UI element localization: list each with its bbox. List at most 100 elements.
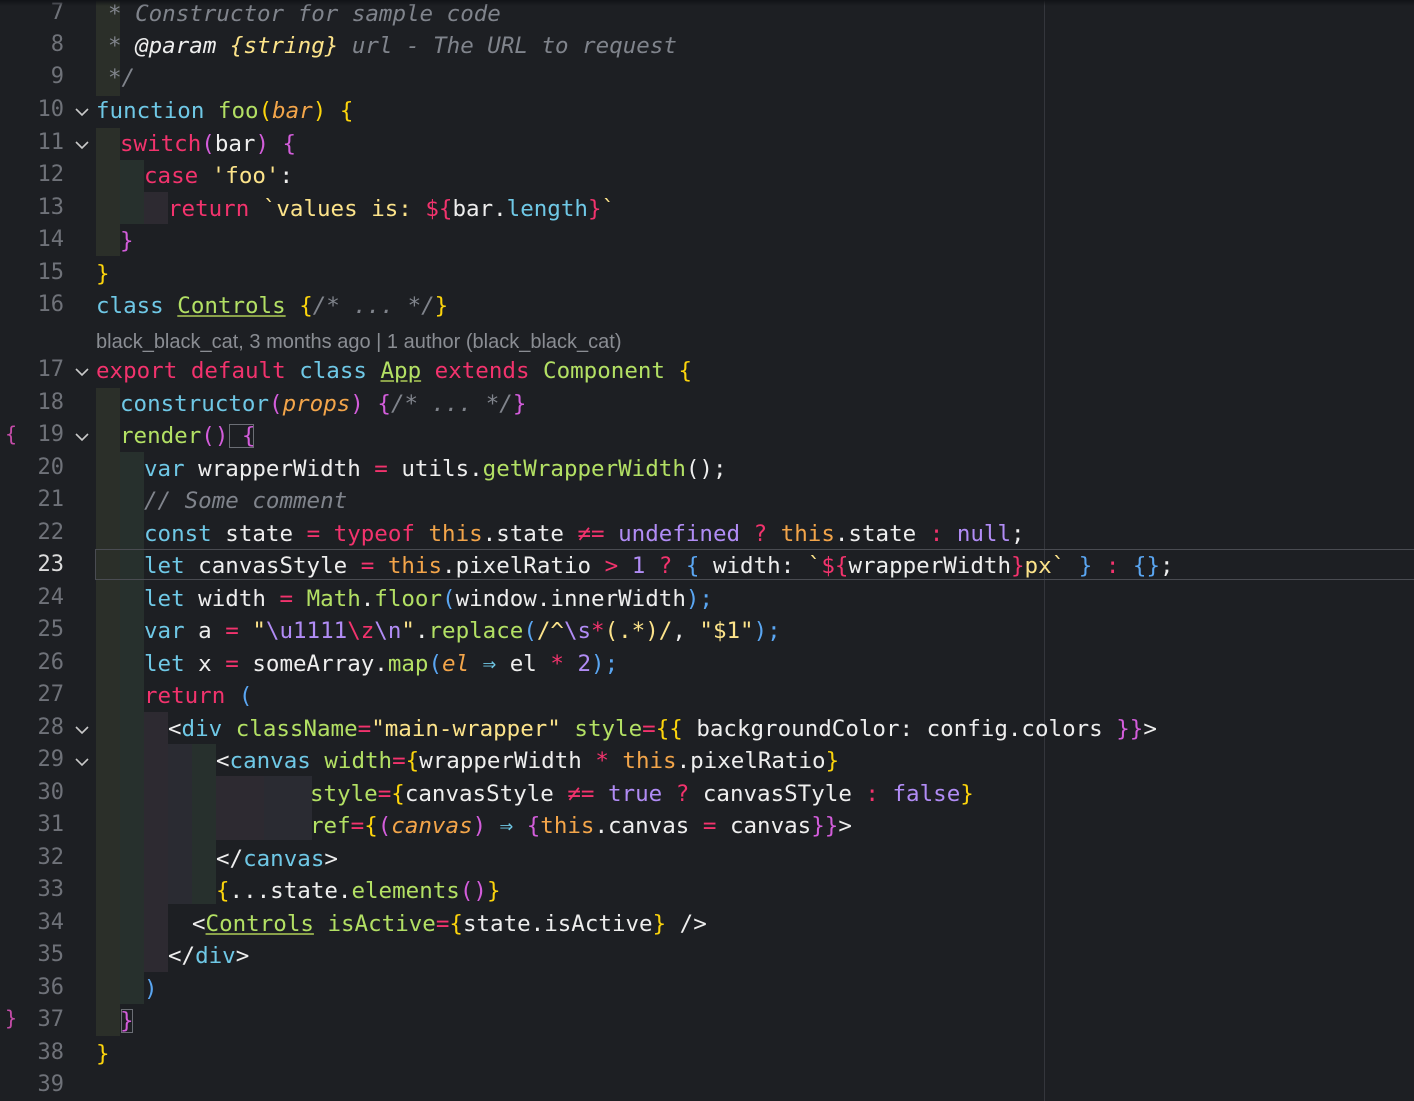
code-line[interactable]: }	[96, 258, 110, 290]
line-number: 12	[37, 162, 65, 187]
token: <	[192, 911, 206, 937]
token: .state	[482, 521, 578, 547]
token: =	[374, 456, 388, 482]
code-line[interactable]: case 'foo':	[144, 160, 293, 192]
code-line[interactable]: let x = someArray.map(el ⇒ el * 2);	[144, 648, 618, 680]
git-blame-annotation[interactable]: black_black_cat, 3 months ago | 1 author…	[96, 326, 622, 358]
code-line[interactable]: return (	[144, 680, 252, 712]
code-line[interactable]: <Controls isActive={state.isActive} />	[192, 908, 707, 940]
token: =	[392, 748, 406, 774]
code-line-current[interactable]: let canvasStyle = this.pixelRatio > 1 ? …	[144, 550, 1174, 582]
token: render	[120, 423, 202, 449]
line-number: 28	[37, 715, 65, 740]
token: ();	[685, 456, 727, 482]
line-number: 8	[50, 32, 64, 57]
token: x	[184, 651, 226, 677]
line-number: 39	[37, 1072, 65, 1097]
code-line[interactable]: var wrapperWidth = utils.getWrapperWidth…	[144, 453, 727, 485]
code-line[interactable]: class Controls {/* ... */}	[96, 290, 448, 322]
token: let	[144, 553, 185, 579]
token: bar	[272, 98, 313, 124]
token: .	[414, 618, 429, 644]
line-number: 27	[37, 682, 65, 707]
fold-chevron-down-icon[interactable]	[72, 721, 92, 741]
code-line[interactable]: const state = typeof this.state ≠= undef…	[144, 518, 1025, 550]
token: ;	[1160, 553, 1174, 579]
code-line[interactable]: // Some comment	[144, 485, 347, 517]
token: default	[190, 358, 286, 384]
code-line[interactable]: )	[144, 973, 158, 1005]
token: ...state.	[229, 878, 352, 904]
line-number: 11	[37, 130, 65, 155]
code-line[interactable]: switch(bar) {	[120, 128, 296, 160]
code-line[interactable]: var a = "\u1111\z\n".replace(/^\s*(.*)/,…	[144, 615, 781, 647]
line-number: 15	[37, 260, 65, 285]
token: :	[279, 163, 294, 189]
fold-chevron-down-icon[interactable]	[72, 103, 92, 123]
token: }	[652, 911, 667, 937]
token: .state	[834, 521, 930, 547]
line-number: 16	[37, 292, 65, 317]
code-line[interactable]: <div className="main-wrapper" style={{ b…	[168, 713, 1157, 745]
code-line[interactable]: {...state.elements()}	[216, 875, 500, 907]
token: wrapperWidth	[848, 553, 1011, 579]
code-line[interactable]: render() {	[120, 420, 255, 452]
fold-chevron-down-icon[interactable]	[72, 136, 92, 156]
token: }	[434, 293, 449, 319]
line-number: 37	[37, 1007, 65, 1032]
token: )	[144, 976, 158, 1002]
code-line[interactable]: <canvas width={wrapperWidth * this.pixel…	[216, 745, 839, 777]
fold-chevron-down-icon[interactable]	[72, 363, 92, 383]
code-line[interactable]: constructor(props) {/* ... */}	[120, 388, 526, 420]
code-line[interactable]: function foo(bar) {	[96, 95, 353, 127]
token: style	[574, 716, 643, 742]
token: `	[1051, 553, 1066, 579]
fold-chevron-down-icon[interactable]	[72, 428, 92, 448]
code-line[interactable]: return `values is: ${bar.length}`	[168, 193, 615, 225]
line-number: 17	[37, 357, 65, 382]
token: (	[428, 651, 443, 677]
code-line[interactable]: </canvas>	[216, 843, 338, 875]
token: );	[753, 618, 781, 644]
code-line[interactable]: }	[120, 225, 134, 257]
code-line[interactable]: }	[96, 1038, 110, 1070]
token: map	[387, 651, 429, 677]
indent-guide	[168, 744, 192, 904]
token: canvasStyle	[184, 553, 361, 579]
token: this	[780, 521, 835, 547]
token: {	[363, 391, 391, 417]
token: `values is:	[249, 196, 426, 222]
code-line[interactable]: style={canvasStyle ≠= true ? canvasSTyle…	[310, 778, 974, 810]
token: return	[144, 683, 226, 709]
code-line[interactable]: ref={(canvas) ⇒ {this.canvas = canvas}}>	[310, 810, 852, 842]
token: var	[144, 618, 185, 644]
token: (	[442, 586, 456, 612]
token: this	[622, 748, 677, 774]
code-line[interactable]: export default class App extends Compone…	[96, 355, 692, 387]
code-line[interactable]: */	[108, 62, 135, 94]
token: {}	[1132, 553, 1161, 579]
token: canvasStyle	[404, 781, 568, 807]
token: utils.	[387, 456, 483, 482]
token: =	[350, 813, 365, 839]
token: />	[666, 911, 707, 937]
token: >	[324, 846, 338, 872]
code-line[interactable]: </div>	[168, 940, 249, 972]
token: class	[299, 358, 367, 384]
code-line[interactable]: * @param {string} url - The URL to reque…	[108, 30, 677, 62]
token: ref	[310, 813, 351, 839]
token: canvas	[391, 813, 473, 839]
token: function	[96, 98, 205, 124]
fold-chevron-down-icon[interactable]	[72, 753, 92, 773]
code-line[interactable]: let width = Math.floor(window.innerWidth…	[144, 583, 713, 615]
token: }}	[1116, 716, 1144, 742]
code-line[interactable]: }	[120, 1005, 134, 1037]
